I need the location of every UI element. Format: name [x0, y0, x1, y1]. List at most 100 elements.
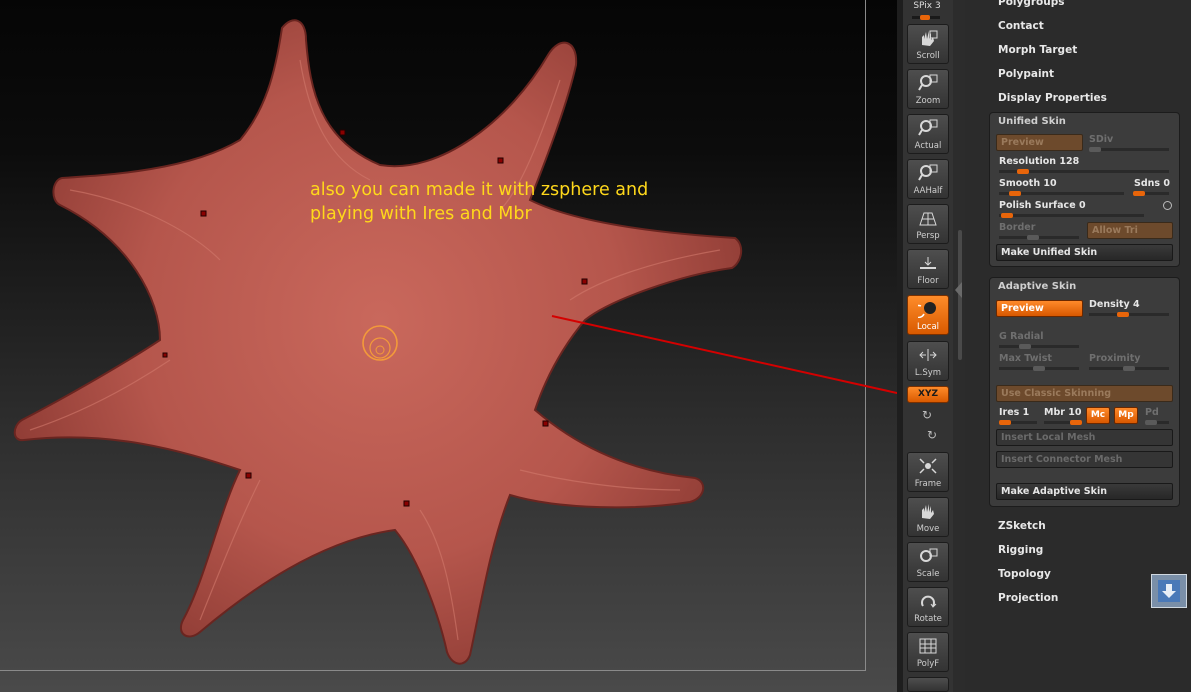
- actual-label: Actual: [914, 141, 942, 151]
- floor-label: Floor: [917, 276, 939, 286]
- menu-polypaint[interactable]: Polypaint: [998, 68, 1054, 80]
- aahalf-label: AAHalf: [913, 186, 943, 196]
- collapse-arrow-icon[interactable]: [955, 282, 962, 298]
- resolution-slider[interactable]: [999, 169, 1169, 174]
- pd-slider[interactable]: [1145, 420, 1169, 425]
- g-radial-label: G Radial: [999, 331, 1044, 342]
- border-slider[interactable]: [999, 235, 1079, 240]
- ires-label: Ires 1: [999, 407, 1030, 418]
- menu-rigging[interactable]: Rigging: [998, 544, 1043, 556]
- menu-display-properties[interactable]: Display Properties: [998, 92, 1107, 104]
- local-label: Local: [916, 322, 940, 332]
- viewport-canvas[interactable]: also you can made it with zsphere and pl…: [0, 0, 897, 692]
- mbr-slider[interactable]: [1044, 420, 1082, 425]
- ires-slider[interactable]: [999, 420, 1037, 425]
- density-label: Density 4: [1089, 299, 1140, 310]
- scroll-label: Scroll: [916, 51, 940, 61]
- sdns-label: Sdns 0: [1134, 178, 1170, 189]
- insert-connector-mesh-button[interactable]: Insert Connector Mesh: [996, 451, 1173, 468]
- menu-projection[interactable]: Projection: [998, 592, 1058, 604]
- floor-button[interactable]: Floor: [907, 249, 949, 289]
- menu-contact[interactable]: Contact: [998, 20, 1044, 32]
- resolution-label: Resolution 128: [999, 156, 1080, 167]
- density-slider[interactable]: [1089, 312, 1169, 317]
- make-adaptive-skin-button[interactable]: Make Adaptive Skin: [996, 483, 1173, 500]
- polish-surface-label: Polish Surface 0: [999, 200, 1086, 211]
- move-label: Move: [916, 524, 940, 534]
- aahalf-zoom-icon: [918, 164, 938, 181]
- polyframe-icon: [919, 638, 937, 654]
- allow-tri-button[interactable]: Allow Tri: [1087, 222, 1173, 239]
- unified-preview-button[interactable]: Preview: [996, 134, 1083, 151]
- rotate-z-icon[interactable]: ↻: [927, 428, 937, 442]
- frame-label: Frame: [914, 479, 942, 489]
- rotate-label: Rotate: [914, 614, 942, 624]
- actual-zoom-icon: [918, 119, 938, 136]
- zoom-icon: [918, 74, 938, 91]
- use-classic-skinning-button[interactable]: Use Classic Skinning: [996, 385, 1173, 402]
- polyf-button[interactable]: PolyF: [907, 632, 949, 672]
- annotation-text: also you can made it with zsphere and pl…: [310, 178, 648, 226]
- move-hand-icon: [922, 504, 934, 519]
- rotate-icon: [921, 595, 937, 608]
- mbr-label: Mbr 10: [1044, 407, 1082, 418]
- zoom-button[interactable]: Zoom: [907, 69, 949, 109]
- adaptive-preview-button[interactable]: Preview: [996, 300, 1083, 317]
- annotation-line-1: also you can made it with zsphere and: [310, 180, 649, 200]
- frame-button[interactable]: Frame: [907, 452, 949, 492]
- make-unified-skin-button[interactable]: Make Unified Skin: [996, 244, 1173, 261]
- insert-local-mesh-button[interactable]: Insert Local Mesh: [996, 429, 1173, 446]
- lsym-label: L.Sym: [914, 368, 942, 378]
- menu-polygroups[interactable]: Polygroups: [998, 0, 1065, 8]
- spix-slider[interactable]: [912, 15, 940, 20]
- sdns-slider[interactable]: [1133, 191, 1169, 196]
- proximity-label: Proximity: [1089, 353, 1141, 364]
- scroll-button[interactable]: Scroll: [907, 24, 949, 64]
- lsym-button[interactable]: L.Sym: [907, 341, 949, 381]
- rotate-button[interactable]: Rotate: [907, 587, 949, 627]
- floor-icon: [920, 257, 936, 269]
- unified-skin-title[interactable]: Unified Skin: [998, 116, 1066, 127]
- scroll-down-button[interactable]: [1151, 574, 1187, 608]
- rotate-y-icon[interactable]: ↻: [922, 408, 932, 422]
- scale-label: Scale: [916, 569, 940, 579]
- shelf-next-button[interactable]: [907, 677, 949, 692]
- persp-label: Persp: [916, 231, 940, 241]
- polish-toggle-icon[interactable]: [1163, 201, 1172, 210]
- zoom-label: Zoom: [915, 96, 941, 106]
- polish-surface-slider[interactable]: [999, 213, 1144, 218]
- mp-button[interactable]: Mp: [1114, 407, 1138, 424]
- max-twist-label: Max Twist: [999, 353, 1052, 364]
- proximity-slider[interactable]: [1089, 366, 1169, 371]
- spix-label: SPix 3: [913, 1, 941, 11]
- adaptive-skin-title[interactable]: Adaptive Skin: [998, 281, 1076, 292]
- smooth-slider[interactable]: [999, 191, 1124, 196]
- actual-button[interactable]: Actual: [907, 114, 949, 154]
- mc-button[interactable]: Mc: [1086, 407, 1110, 424]
- scale-button[interactable]: Scale: [907, 542, 949, 582]
- canvas-frame: [0, 0, 866, 671]
- scale-icon: [920, 548, 938, 562]
- pd-label: Pd: [1145, 407, 1159, 418]
- smooth-label: Smooth 10: [999, 178, 1057, 189]
- max-twist-slider[interactable]: [999, 366, 1079, 371]
- polyf-label: PolyF: [916, 659, 940, 669]
- grid-icon: [919, 212, 937, 226]
- menu-zsketch[interactable]: ZSketch: [998, 520, 1046, 532]
- annotation-line-2: playing with Ires and Mbr: [310, 204, 532, 224]
- sdiv-label: SDiv: [1089, 134, 1114, 145]
- xyz-button[interactable]: XYZ: [907, 386, 949, 403]
- symmetry-icon: [919, 349, 937, 361]
- sdiv-slider[interactable]: [1089, 147, 1169, 152]
- g-radial-slider[interactable]: [999, 344, 1079, 349]
- aahalf-button[interactable]: AAHalf: [907, 159, 949, 199]
- frame-icon: [919, 458, 937, 474]
- persp-button[interactable]: Persp: [907, 204, 949, 244]
- hand-icon: [922, 30, 938, 46]
- menu-topology[interactable]: Topology: [998, 568, 1051, 580]
- move-button[interactable]: Move: [907, 497, 949, 537]
- menu-morph-target[interactable]: Morph Target: [998, 44, 1077, 56]
- down-arrow-icon: [1158, 580, 1180, 602]
- border-label: Border: [999, 222, 1036, 233]
- local-button[interactable]: Local: [907, 295, 949, 335]
